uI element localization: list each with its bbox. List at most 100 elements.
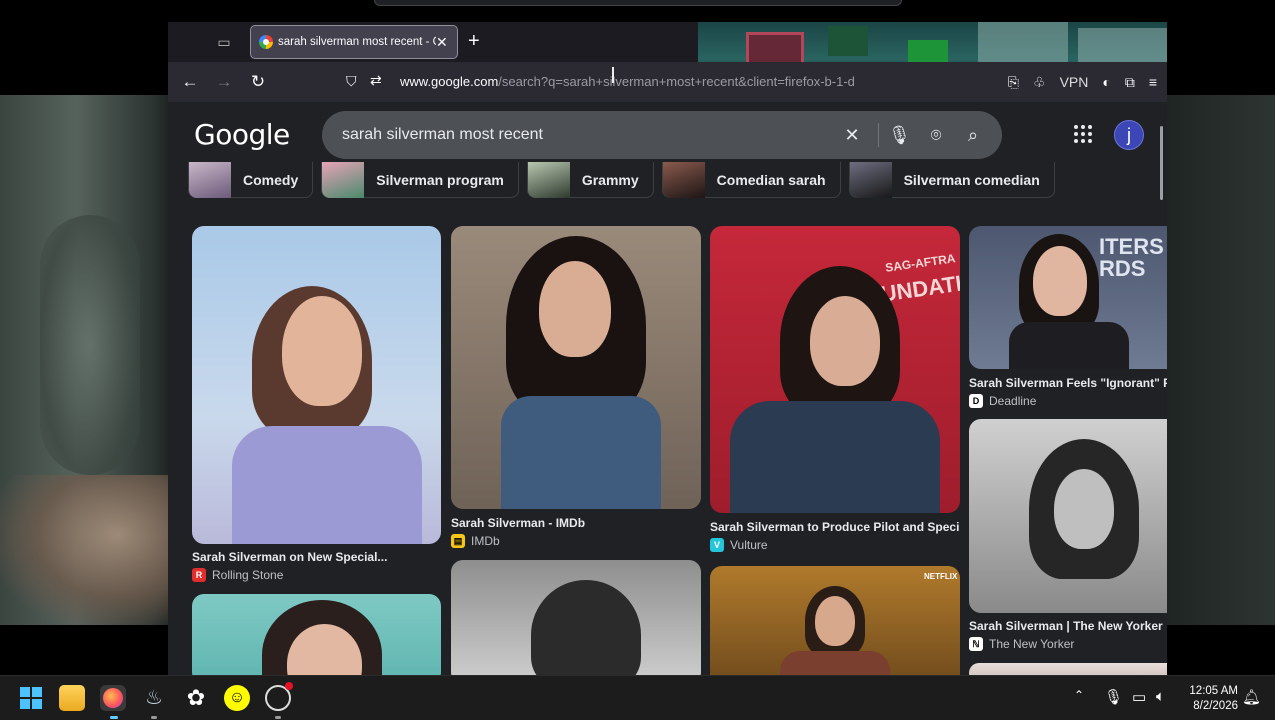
result-image[interactable]: [969, 663, 1167, 675]
vpn-button[interactable]: VPN: [1060, 74, 1089, 90]
menu-hamburger-icon[interactable]: ≡: [1149, 74, 1157, 90]
clock-time: 12:05 AM: [1189, 685, 1238, 697]
back-arrow-icon[interactable]: ←: [180, 72, 200, 92]
search-divider: [878, 123, 879, 147]
network-icon[interactable]: ▭: [1132, 688, 1146, 706]
tray-chevron-up-icon[interactable]: ⌃: [1074, 688, 1084, 702]
result-image[interactable]: [969, 419, 1167, 613]
notification-bell-icon[interactable]: 🔔︎: [1242, 688, 1261, 706]
microphone-tray-icon[interactable]: 🎙︎: [1104, 688, 1123, 706]
chip-thumbnail: [322, 161, 365, 198]
clear-search-icon[interactable]: ✕: [841, 124, 863, 146]
result-source[interactable]: D Deadline: [969, 394, 1036, 408]
result-source[interactable]: V Vulture: [710, 538, 768, 552]
image-result[interactable]: FOUNDATION SAG-AFTRA Sarah Silverman to …: [710, 226, 960, 556]
image-result[interactable]: NETFLIX: [710, 566, 960, 675]
new-yorker-icon: ℕ: [969, 637, 983, 651]
chatgpt-icon[interactable]: ✿: [183, 685, 209, 711]
avatar[interactable]: j: [1114, 120, 1144, 150]
image-result[interactable]: Sarah Silverman on New Special... R Roll…: [192, 226, 441, 586]
result-source[interactable]: ℕ The New Yorker: [969, 637, 1074, 651]
tracking-shield-icon[interactable]: ⛉: [346, 73, 357, 90]
microphone-icon[interactable]: 🎙︎: [888, 124, 911, 146]
tab-overview-icon[interactable]: ▭: [214, 33, 234, 51]
search-input[interactable]: [342, 123, 822, 147]
result-image[interactable]: NETFLIX: [710, 566, 960, 675]
taskbar: ♨ ✿ ☺ ⌃ 🎙︎ ▭ 🔈︎ 12:05 AM 8/2/2026 🔔︎: [0, 675, 1275, 720]
result-source[interactable]: ▤ IMDb: [451, 534, 500, 548]
extensions-puzzle-icon[interactable]: ⧉: [1125, 74, 1135, 91]
result-caption[interactable]: Sarah Silverman - IMDb: [451, 516, 701, 530]
reload-icon[interactable]: ↻: [248, 72, 268, 92]
chip-label: Comedy: [243, 171, 299, 188]
search-box[interactable]: ✕ 🎙︎ ⌾ ⌕: [322, 111, 1002, 159]
image-result[interactable]: ITERS RDS Sarah Silverman Feels "Ignorant…: [969, 226, 1167, 410]
result-caption[interactable]: Sarah Silverman Feels "Ignorant" For...: [969, 376, 1167, 390]
tab-bar: ▭ sarah silverman most recent - G ✕ +: [168, 22, 1167, 102]
image-figure: [780, 651, 890, 675]
top-window-edge: [374, 0, 902, 6]
url-text[interactable]: www.google.com/search?q=sarah+silverman+…: [400, 74, 880, 89]
result-image[interactable]: [192, 594, 441, 675]
google-logo[interactable]: Google: [194, 118, 290, 151]
result-image[interactable]: [451, 560, 701, 675]
clock[interactable]: 12:05 AM 8/2/2026: [1180, 684, 1238, 714]
close-tab-icon[interactable]: ✕: [436, 34, 450, 50]
text-cursor: [612, 67, 618, 83]
theme-art-block: [828, 26, 868, 56]
image-result[interactable]: [451, 560, 701, 675]
result-image[interactable]: FOUNDATION SAG-AFTRA: [710, 226, 960, 513]
result-image[interactable]: ITERS RDS: [969, 226, 1167, 369]
volume-icon[interactable]: 🔈︎: [1156, 688, 1165, 705]
chip-label: Grammy: [581, 171, 639, 188]
chip-comedian-sarah[interactable]: Comedian sarah: [661, 161, 841, 198]
chip-label: Silverman comedian: [903, 171, 1040, 188]
save-to-pocket-icon[interactable]: ⎘: [1008, 74, 1019, 91]
new-tab-icon[interactable]: +: [468, 31, 480, 51]
result-caption[interactable]: Sarah Silverman | The New Yorker: [969, 619, 1167, 633]
firefox-icon[interactable]: [100, 685, 126, 711]
image-netflix-text: NETFLIX: [924, 572, 958, 581]
chip-silverman-comedian[interactable]: Silverman comedian: [848, 161, 1055, 198]
google-apps-icon[interactable]: [1074, 125, 1092, 143]
tab-title: sarah silverman most recent - G: [278, 36, 436, 48]
background-blur: [40, 215, 140, 475]
tab-google-search[interactable]: sarah silverman most recent - G ✕: [250, 25, 458, 59]
firefox-logo: [103, 688, 123, 708]
result-source[interactable]: R Rolling Stone: [192, 568, 283, 582]
navigation-toolbar: ← → ↻ ⛉ ⇄ www.google.com/search?q=sarah+…: [168, 62, 1167, 102]
desktop: ▭ sarah silverman most recent - G ✕ + ← …: [0, 0, 1275, 675]
image-figure: [539, 261, 611, 357]
extension-icon[interactable]: ◐: [1102, 74, 1110, 90]
chip-grammy[interactable]: Grammy: [526, 161, 654, 198]
steam-icon[interactable]: ♨: [141, 685, 167, 711]
notification-badge: [285, 682, 293, 690]
image-figure: [531, 580, 641, 675]
result-caption[interactable]: Sarah Silverman to Produce Pilot and Spe…: [710, 520, 960, 534]
chip-label: Silverman program: [376, 171, 504, 188]
result-image[interactable]: [451, 226, 701, 509]
image-result[interactable]: Sarah Silverman - IMDb ▤ IMDb: [451, 226, 701, 556]
shopping-icon[interactable]: ♧: [1033, 74, 1046, 91]
snapchat-icon[interactable]: ☺: [224, 685, 250, 711]
camera-lens-icon[interactable]: ⌾: [925, 124, 947, 146]
image-figure: [1033, 246, 1087, 316]
image-result[interactable]: Sarah Silverman | The New Yorker ℕ The N…: [969, 419, 1167, 651]
theme-art-block: [908, 40, 948, 64]
file-explorer-icon[interactable]: [59, 685, 85, 711]
imdb-icon: ▤: [451, 534, 465, 548]
image-result[interactable]: [969, 663, 1167, 675]
image-result[interactable]: [192, 594, 441, 675]
page-scrollbar[interactable]: [1160, 126, 1163, 200]
forward-arrow-icon[interactable]: →: [214, 72, 234, 92]
search-icon[interactable]: ⌕: [962, 124, 984, 146]
result-image[interactable]: [192, 226, 441, 544]
app-icon-with-notification[interactable]: [265, 682, 293, 711]
chip-thumbnail: [189, 161, 231, 198]
chip-comedy[interactable]: Comedy: [188, 161, 314, 198]
windows-start-icon[interactable]: [18, 685, 44, 711]
chip-silverman-program[interactable]: Silverman program: [321, 161, 519, 198]
toolbar-extensions: ⎘ ♧ VPN ◐ ⧉ ≡: [1008, 72, 1157, 92]
result-caption[interactable]: Sarah Silverman on New Special...: [192, 550, 441, 564]
permissions-icon[interactable]: ⇄: [370, 72, 382, 89]
